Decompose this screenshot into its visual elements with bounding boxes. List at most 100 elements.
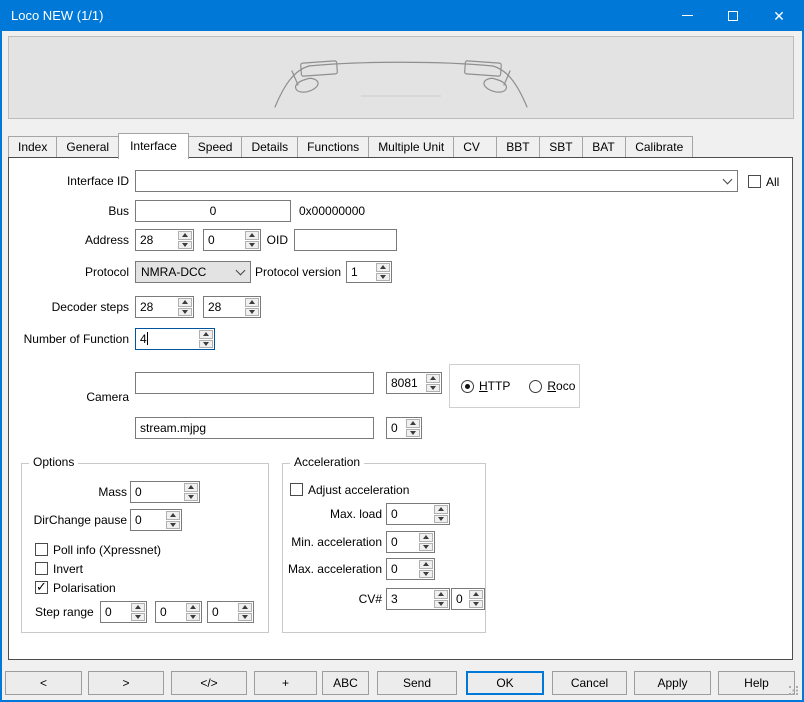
bus-field[interactable]: 0 xyxy=(135,200,291,222)
invert-checkbox-row[interactable]: Invert xyxy=(35,561,83,576)
invert-checkbox[interactable] xyxy=(35,562,48,575)
spin-down-button[interactable] xyxy=(376,273,390,282)
polarisation-checkbox[interactable]: ✓ xyxy=(35,581,48,594)
tab-general[interactable]: General xyxy=(56,136,119,157)
roco-radio[interactable] xyxy=(529,380,542,393)
tab-bbt[interactable]: BBT xyxy=(496,136,540,157)
camera-stream-spinner[interactable]: 0 xyxy=(386,417,422,439)
protocol-combobox[interactable]: NMRA-DCC xyxy=(135,261,251,283)
polarisation-checkbox-row[interactable]: ✓ Polarisation xyxy=(35,580,116,595)
oid-field[interactable] xyxy=(294,229,397,251)
next-button[interactable]: > xyxy=(88,671,164,695)
spin-up-button[interactable] xyxy=(199,330,213,339)
address-spinner[interactable]: 28 xyxy=(135,229,194,251)
all-checkbox[interactable] xyxy=(748,175,761,188)
tab-index[interactable]: Index xyxy=(8,136,57,157)
cv-spinner-1[interactable]: 3 xyxy=(386,588,450,610)
spin-down-button[interactable] xyxy=(166,521,180,530)
bus-label: Bus xyxy=(9,200,129,222)
tab-functions[interactable]: Functions xyxy=(297,136,369,157)
tab-sbt[interactable]: SBT xyxy=(539,136,583,157)
step-range-value-1: 0 xyxy=(101,602,130,622)
tab-interface[interactable]: Interface xyxy=(118,133,189,159)
camera-url-field[interactable] xyxy=(135,372,374,394)
maximize-button[interactable] xyxy=(710,0,756,31)
send-button[interactable]: Send xyxy=(377,671,457,695)
cancel-button[interactable]: Cancel xyxy=(552,671,627,695)
spin-down-button[interactable] xyxy=(245,308,259,317)
spin-down-button[interactable] xyxy=(426,384,440,393)
adjust-acceleration-checkbox[interactable] xyxy=(290,483,303,496)
spin-down-button[interactable] xyxy=(434,600,448,609)
spin-up-button[interactable] xyxy=(238,603,252,612)
spin-up-button[interactable] xyxy=(419,560,433,569)
tab-calibrate[interactable]: Calibrate xyxy=(625,136,693,157)
spin-up-button[interactable] xyxy=(469,590,483,599)
dirchange-pause-spinner[interactable]: 0 xyxy=(130,509,182,531)
spin-up-button[interactable] xyxy=(406,419,420,428)
adjust-acceleration-checkbox-row[interactable]: Adjust acceleration xyxy=(290,482,409,497)
resize-grip[interactable] xyxy=(789,686,798,695)
spin-down-button[interactable] xyxy=(434,515,448,524)
close-button[interactable]: ✕ xyxy=(756,0,802,31)
spin-down-button[interactable] xyxy=(419,570,433,579)
spin-down-button[interactable] xyxy=(131,613,145,622)
spin-up-button[interactable] xyxy=(434,590,448,599)
roco-radio-row[interactable]: Roco xyxy=(529,379,575,393)
poll-info-checkbox[interactable] xyxy=(35,543,48,556)
abc-button[interactable]: ABC xyxy=(322,671,369,695)
spin-up-button[interactable] xyxy=(376,263,390,272)
min-acceleration-spinner[interactable]: 0 xyxy=(386,531,435,553)
tab-details[interactable]: Details xyxy=(241,136,298,157)
spin-down-button[interactable] xyxy=(469,600,483,609)
camera-stream-field[interactable]: stream.mjpg xyxy=(135,417,374,439)
minimize-button[interactable] xyxy=(664,0,710,31)
spin-up-button[interactable] xyxy=(419,533,433,542)
spin-up-button[interactable] xyxy=(434,505,448,514)
decoder-steps-secondary-spinner[interactable]: 28 xyxy=(203,296,261,318)
xml-button[interactable]: </> xyxy=(171,671,247,695)
spin-up-button[interactable] xyxy=(186,603,200,612)
prev-button[interactable]: < xyxy=(5,671,82,695)
interface-id-combobox[interactable] xyxy=(135,170,738,192)
spin-up-button[interactable] xyxy=(178,298,192,307)
tab-cv[interactable]: CV xyxy=(453,136,497,157)
camera-port-spinner[interactable]: 8081 xyxy=(386,372,442,394)
step-range-spinner-1[interactable]: 0 xyxy=(100,601,147,623)
help-button[interactable]: Help xyxy=(718,671,795,695)
spin-down-button[interactable] xyxy=(178,308,192,317)
http-radio-row[interactable]: HTTP xyxy=(461,379,510,393)
apply-button[interactable]: Apply xyxy=(634,671,711,695)
tab-multiple-unit[interactable]: Multiple Unit xyxy=(368,136,454,157)
tab-bat[interactable]: BAT xyxy=(582,136,626,157)
number-of-function-spinner[interactable]: 4 xyxy=(135,328,215,350)
protocol-version-spinner[interactable]: 1 xyxy=(346,261,392,283)
chevron-down-icon[interactable] xyxy=(717,171,737,191)
ok-button[interactable]: OK xyxy=(466,671,544,695)
step-range-spinner-2[interactable]: 0 xyxy=(155,601,202,623)
spin-down-button[interactable] xyxy=(186,613,200,622)
poll-info-checkbox-row[interactable]: Poll info (Xpressnet) xyxy=(35,542,161,557)
max-acceleration-spinner[interactable]: 0 xyxy=(386,558,435,580)
spin-down-button[interactable] xyxy=(199,340,213,349)
spin-up-button[interactable] xyxy=(178,231,192,240)
max-load-spinner[interactable]: 0 xyxy=(386,503,450,525)
spin-down-button[interactable] xyxy=(178,241,192,250)
spin-down-button[interactable] xyxy=(184,493,198,502)
http-radio[interactable] xyxy=(461,380,474,393)
spin-up-button[interactable] xyxy=(184,483,198,492)
mass-spinner[interactable]: 0 xyxy=(130,481,200,503)
decoder-steps-spinner[interactable]: 28 xyxy=(135,296,194,318)
spin-up-button[interactable] xyxy=(131,603,145,612)
cv-spinner-2[interactable]: 0 xyxy=(451,588,485,610)
spin-down-button[interactable] xyxy=(406,429,420,438)
add-button[interactable]: + xyxy=(254,671,317,695)
tab-speed[interactable]: Speed xyxy=(188,136,243,157)
spin-down-button[interactable] xyxy=(238,613,252,622)
spin-up-button[interactable] xyxy=(426,374,440,383)
spin-buttons xyxy=(237,602,253,622)
spin-up-button[interactable] xyxy=(245,298,259,307)
spin-down-button[interactable] xyxy=(419,543,433,552)
step-range-spinner-3[interactable]: 0 xyxy=(207,601,254,623)
spin-up-button[interactable] xyxy=(166,511,180,520)
